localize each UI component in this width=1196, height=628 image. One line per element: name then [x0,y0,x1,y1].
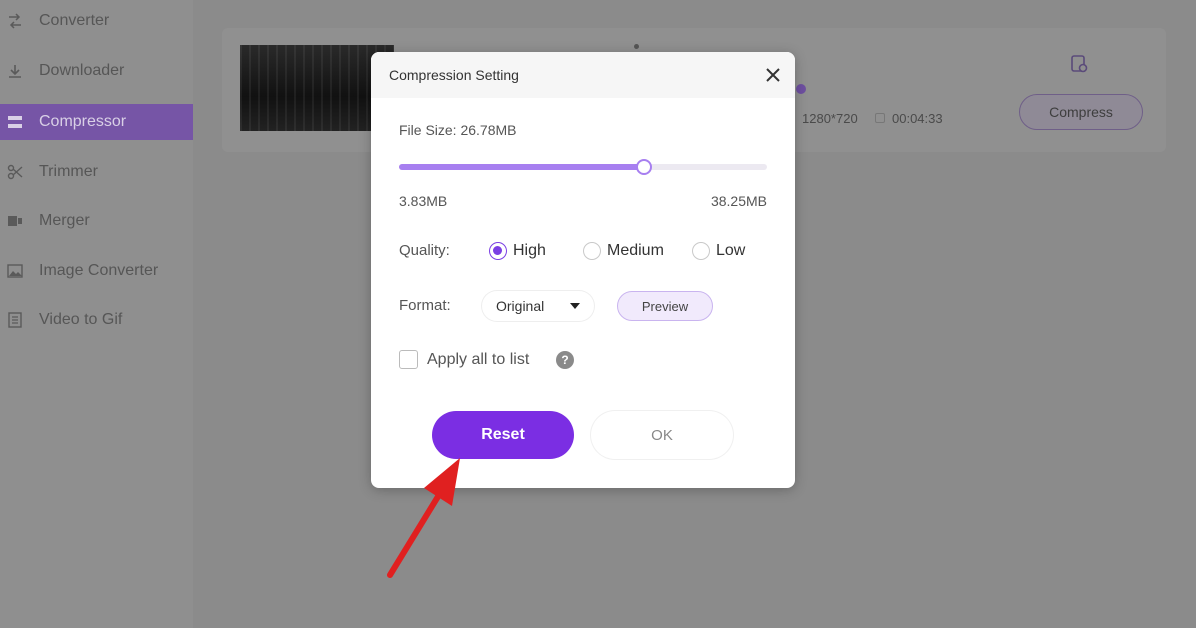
download-icon [6,62,24,80]
sidebar-item-trimmer[interactable]: Trimmer [0,154,193,190]
file-size-label: File Size: 26.78MB [399,122,517,138]
sidebar-item-label: Image Converter [39,262,159,279]
compression-setting-dialog: Compression Setting File Size: 26.78MB 3… [371,52,795,488]
sidebar-item-video-to-gif[interactable]: Video to Gif [0,302,193,338]
duration-icon [875,113,885,123]
quality-radio-high[interactable]: High [489,242,546,260]
radio-circle [489,242,507,260]
compress-button[interactable]: Compress [1019,94,1143,130]
close-icon[interactable] [763,65,783,85]
apply-all-checkbox[interactable] [399,350,418,369]
sidebar-item-label: Downloader [39,62,125,79]
sidebar-item-label: Video to Gif [39,311,123,328]
slider-handle[interactable] [636,159,653,175]
settings-icon[interactable] [1069,54,1089,74]
radio-circle [583,242,601,260]
merge-icon [6,212,24,230]
sidebar-item-compressor[interactable]: Compressor [0,104,193,140]
annotation-arrow-icon [387,458,460,578]
quality-radio-medium[interactable]: Medium [583,242,664,260]
status-dot-accent [796,84,806,94]
format-dropdown[interactable]: Original [482,291,594,321]
radio-label: Low [716,242,746,259]
radio-circle [692,242,710,260]
sidebar-item-merger[interactable]: Merger [0,203,193,239]
slider-min-label: 3.83MB [399,193,448,209]
sidebar-item-converter[interactable]: Converter [0,3,193,39]
sidebar-item-image-converter[interactable]: Image Converter [0,253,193,289]
caret-down-icon [570,303,580,309]
quality-radio-low[interactable]: Low [692,242,745,260]
converter-icon [6,12,24,30]
file-duration: 00:04:33 [892,111,943,126]
slider-fill [399,164,645,170]
slider-max-label: 38.25MB [710,193,767,209]
file-resolution: 1280*720 [802,111,858,126]
quality-label: Quality: [399,242,450,259]
radio-label: Medium [607,242,664,259]
format-label: Format: [399,297,451,314]
ok-button[interactable]: OK [591,411,733,459]
sidebar-item-label: Trimmer [39,163,98,180]
dialog-title: Compression Setting [389,67,519,83]
sidebar-item-label: Compressor [39,113,127,130]
gif-icon [6,311,24,329]
preview-button[interactable]: Preview [617,291,713,321]
file-size-slider[interactable] [399,159,767,175]
radio-label: High [513,242,546,259]
sidebar: Converter Downloader Compressor Trimmer … [0,0,193,628]
image-icon [6,262,24,280]
scissors-icon [6,163,24,181]
compressor-icon [6,113,24,131]
format-value: Original [496,298,545,314]
sidebar-item-label: Merger [39,212,90,229]
status-dot [634,44,639,49]
sidebar-item-label: Converter [39,12,110,29]
sidebar-item-downloader[interactable]: Downloader [0,53,193,89]
apply-all-label: Apply all to list [427,351,530,368]
help-icon[interactable]: ? [556,351,574,369]
